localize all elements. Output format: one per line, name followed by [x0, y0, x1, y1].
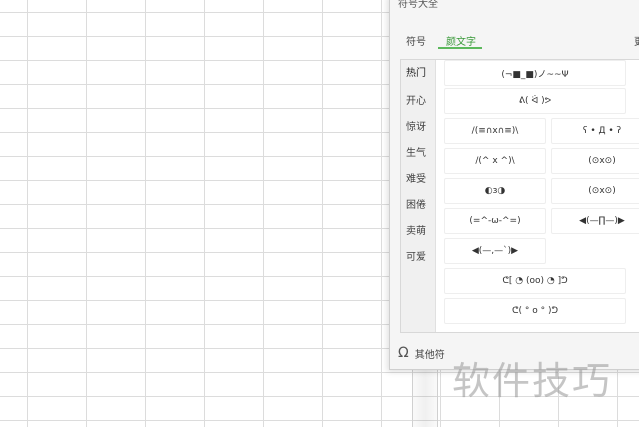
emoticon-cell[interactable]: (⊙x⊙)	[551, 178, 639, 204]
emoticon-cell[interactable]: /(≡∩x∩≡)\	[444, 118, 546, 144]
category-item-cute-act[interactable]: 卖萌	[406, 222, 426, 237]
category-item-sad[interactable]: 难受	[406, 170, 426, 185]
emoticon-cell[interactable]: /(^ x ^)\	[444, 148, 546, 174]
category-item-hot[interactable]: 热门	[406, 64, 426, 79]
category-item-angry[interactable]: 生气	[406, 144, 426, 159]
active-tab-indicator	[438, 47, 482, 49]
omega-icon: Ω	[398, 345, 409, 361]
emoticon-cell[interactable]: ᕦ( ° o ° )ᕤ	[444, 298, 626, 324]
symbol-dialog: 符号大全 符号 颜文字 更 热门 开心 惊讶 生气 难受 困倦 卖萌 可爱 (¬…	[389, 0, 639, 370]
emoticon-panel: 热门 开心 惊讶 生气 难受 困倦 卖萌 可爱 (¬■_■)ノ~~Ψ ᕕ( ᐛ …	[400, 59, 639, 333]
emoticon-cell[interactable]: ᕦ[ ◔ (oo) ◔ ]ᕤ	[444, 268, 626, 294]
tab-emoticons[interactable]: 颜文字	[446, 33, 476, 48]
dialog-title: 符号大全	[398, 0, 438, 10]
emoticon-cell[interactable]: (⊙x⊙)	[551, 148, 639, 174]
emoticon-cell[interactable]: ◀(—,—`)▶	[444, 238, 546, 264]
watermark-text: 软件技巧	[452, 359, 613, 403]
category-item-lovely[interactable]: 可爱	[406, 248, 426, 263]
tab-more[interactable]: 更	[634, 33, 639, 48]
other-symbols-label: 其他符	[414, 349, 445, 361]
emoticon-cell[interactable]: (=^-ω-^=)	[444, 208, 546, 234]
other-symbols-button[interactable]: Ω 其他符	[398, 345, 445, 361]
category-item-surprised[interactable]: 惊讶	[406, 118, 426, 133]
category-list: 热门 开心 惊讶 生气 难受 困倦 卖萌 可爱	[401, 60, 436, 332]
emoticon-cell[interactable]: (¬■_■)ノ~~Ψ	[444, 60, 626, 86]
category-item-happy[interactable]: 开心	[406, 92, 426, 107]
tab-symbols[interactable]: 符号	[406, 33, 426, 48]
category-item-sleepy[interactable]: 困倦	[406, 196, 426, 211]
emoticon-cell[interactable]: ᕕ( ᐛ )ᕗ	[444, 88, 626, 114]
emoticon-cell[interactable]: ʕ • Д • ʔ	[551, 118, 639, 144]
emoticon-cell[interactable]: ◐з◑	[444, 178, 546, 204]
emoticon-cell[interactable]: ◀(—∏—)▶	[551, 208, 639, 234]
